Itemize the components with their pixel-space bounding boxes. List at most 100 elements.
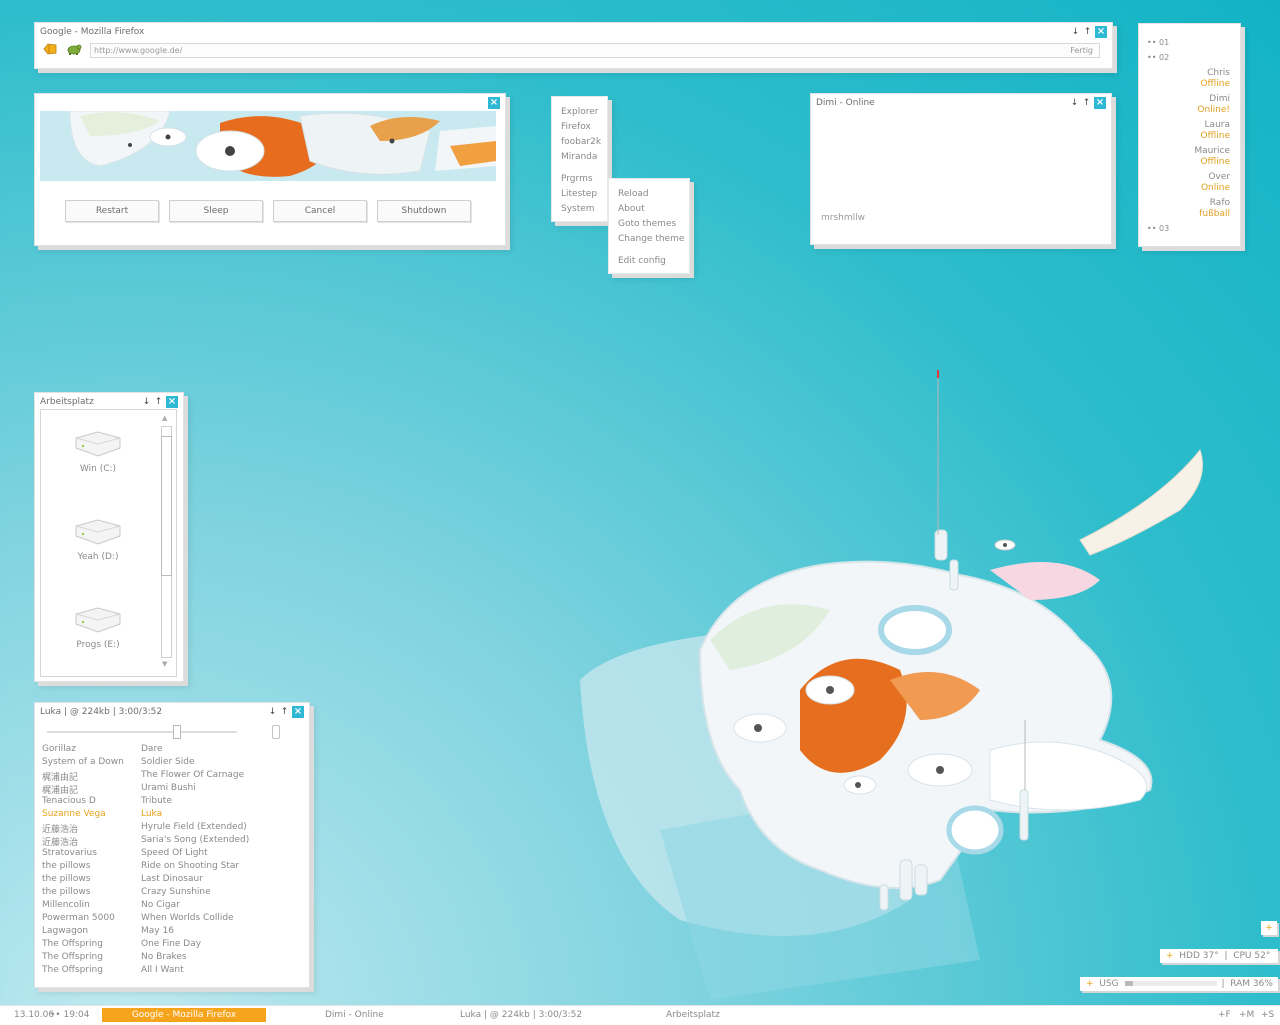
playlist-row[interactable]: Tenacious D Tribute bbox=[42, 796, 302, 809]
submenu-item-edit-config[interactable]: Edit config bbox=[618, 256, 666, 266]
minimize-arrow-icon[interactable]: ↓ bbox=[142, 396, 151, 408]
forward-turtle-icon[interactable] bbox=[66, 42, 82, 56]
scroll-up-icon[interactable]: ▲ bbox=[162, 414, 167, 422]
plus-icon[interactable]: + bbox=[1166, 951, 1174, 961]
drive-label[interactable]: Progs (E:) bbox=[43, 640, 153, 650]
wallpaper-art bbox=[580, 370, 1203, 1000]
task-firefox[interactable]: Google - Mozilla Firefox bbox=[102, 1008, 266, 1022]
cancel-button[interactable]: Cancel bbox=[273, 200, 367, 222]
message-input[interactable]: mrshmllw bbox=[821, 213, 865, 223]
tray-system[interactable]: +S bbox=[1261, 1010, 1274, 1020]
window-title: Arbeitsplatz bbox=[40, 397, 94, 407]
close-icon[interactable]: × bbox=[1095, 26, 1107, 38]
playlist-row[interactable]: The Offspring All I Want bbox=[42, 965, 302, 978]
popup-menu[interactable]: Explorer Firefox foobar2k Miranda Prgrms… bbox=[551, 96, 608, 222]
submenu-item-goto-themes[interactable]: Goto themes bbox=[618, 219, 676, 229]
buddy-name[interactable]: Dimi bbox=[1209, 94, 1230, 104]
close-icon[interactable]: × bbox=[488, 97, 500, 109]
track-title: Luka bbox=[141, 809, 163, 819]
buddy-list[interactable]: •• 01 •• 02 Chris Offline Dimi Online! L… bbox=[1138, 23, 1241, 247]
close-icon[interactable]: × bbox=[166, 396, 178, 408]
buddy-name[interactable]: Over bbox=[1208, 172, 1230, 182]
group-03[interactable]: •• 03 bbox=[1147, 224, 1169, 233]
playlist-row[interactable]: Lagwagon May 16 bbox=[42, 926, 302, 939]
menu-item-litestep[interactable]: Litestep bbox=[561, 189, 597, 199]
menu-item-firefox[interactable]: Firefox bbox=[561, 122, 591, 132]
playlist-row[interactable]: 近藤浩治 Hyrule Field (Extended) bbox=[42, 822, 302, 835]
playlist-row[interactable]: 梶浦由記 Urami Bushi bbox=[42, 783, 302, 796]
litestep-submenu[interactable]: Reload About Goto themes Change theme Ed… bbox=[608, 178, 690, 274]
playlist-row[interactable]: Millencolin No Cigar bbox=[42, 900, 302, 913]
seek-handle[interactable] bbox=[173, 725, 182, 739]
drive-label[interactable]: Yeah (D:) bbox=[43, 552, 153, 562]
menu-item-programs[interactable]: Prgrms bbox=[561, 174, 593, 184]
minimize-arrow-icon[interactable]: ↓ bbox=[268, 706, 277, 718]
playlist-row[interactable]: Stratovarius Speed Of Light bbox=[42, 848, 302, 861]
playlist-row[interactable]: 梶浦由記 The Flower Of Carnage bbox=[42, 770, 302, 783]
url-bar[interactable]: http://www.google.de/ Fertig bbox=[90, 43, 1100, 58]
volume-control[interactable] bbox=[272, 725, 280, 739]
playlist-row[interactable]: Suzanne Vega Luka bbox=[42, 809, 302, 822]
track-artist: 梶浦由記 bbox=[42, 773, 79, 783]
back-fish-icon[interactable] bbox=[42, 42, 58, 56]
minimize-arrow-icon[interactable]: ↓ bbox=[1070, 97, 1079, 109]
track-title: Ride on Shooting Star bbox=[141, 861, 240, 871]
shutdown-button[interactable]: Shutdown bbox=[377, 200, 471, 222]
menu-item-miranda[interactable]: Miranda bbox=[561, 152, 597, 162]
maximize-arrow-icon[interactable]: ↑ bbox=[280, 706, 289, 718]
playlist-row[interactable]: The Offspring No Brakes bbox=[42, 952, 302, 965]
menu-item-foobar[interactable]: foobar2k bbox=[561, 137, 601, 147]
submenu-item-change-theme[interactable]: Change theme bbox=[618, 234, 684, 244]
explorer-window[interactable]: Arbeitsplatz ↓ ↑ × Win (C:) Yeah (D:) Pr… bbox=[34, 392, 184, 682]
playlist-row[interactable]: The Offspring One Fine Day bbox=[42, 939, 302, 952]
menu-item-system[interactable]: System bbox=[561, 204, 595, 214]
shutdown-dialog[interactable]: × Restart Sleep Cancel Shutdown bbox=[34, 93, 506, 246]
track-title: Hyrule Field (Extended) bbox=[141, 822, 247, 832]
playlist-row[interactable]: 近藤浩治 Saria's Song (Extended) bbox=[42, 835, 302, 848]
buddy-name[interactable]: Maurice bbox=[1194, 146, 1230, 156]
scroll-down-icon[interactable]: ▼ bbox=[162, 660, 167, 668]
submenu-item-about[interactable]: About bbox=[618, 204, 645, 214]
buddy-name[interactable]: Laura bbox=[1205, 120, 1230, 130]
scrollbar[interactable]: ▲ ▼ bbox=[160, 414, 172, 672]
playlist-row[interactable]: the pillows Crazy Sunshine bbox=[42, 887, 302, 900]
maximize-arrow-icon[interactable]: ↑ bbox=[154, 396, 163, 408]
firefox-window[interactable]: Google - Mozilla Firefox ↓ ↑ × http://ww… bbox=[34, 22, 1113, 69]
tray-miranda[interactable]: +M bbox=[1239, 1010, 1254, 1020]
plus-icon[interactable]: + bbox=[1086, 979, 1094, 989]
tray-firefox[interactable]: +F bbox=[1218, 1010, 1231, 1020]
buddy-name[interactable]: Chris bbox=[1207, 68, 1230, 78]
chat-window[interactable]: Dimi - Online ↓ ↑ × mrshmllw bbox=[810, 93, 1112, 245]
restart-button[interactable]: Restart bbox=[65, 200, 159, 222]
playlist-row[interactable]: Gorillaz Dare bbox=[42, 744, 302, 757]
scroll-thumb[interactable] bbox=[161, 436, 172, 576]
close-icon[interactable]: × bbox=[292, 706, 304, 718]
group-01[interactable]: •• 01 bbox=[1147, 38, 1169, 47]
buddy-name[interactable]: Rafo bbox=[1210, 198, 1230, 208]
task-player[interactable]: Luka | @ 224kb | 3:00/3:52 bbox=[460, 1010, 582, 1020]
task-chat[interactable]: Dimi - Online bbox=[325, 1010, 384, 1020]
group-02[interactable]: •• 02 bbox=[1147, 53, 1169, 62]
drive-d-icon[interactable] bbox=[73, 518, 123, 546]
playlist-row[interactable]: the pillows Last Dinosaur bbox=[42, 874, 302, 887]
playlist-row[interactable]: Powerman 5000 When Worlds Collide bbox=[42, 913, 302, 926]
sleep-button[interactable]: Sleep bbox=[169, 200, 263, 222]
task-explorer[interactable]: Arbeitsplatz bbox=[666, 1010, 720, 1020]
track-title: Tribute bbox=[141, 796, 172, 806]
playlist-row[interactable]: the pillows Ride on Shooting Star bbox=[42, 861, 302, 874]
buddy-status: Online bbox=[1200, 183, 1230, 193]
maximize-arrow-icon[interactable]: ↑ bbox=[1082, 97, 1091, 109]
maximize-arrow-icon[interactable]: ↑ bbox=[1083, 26, 1092, 38]
playlist-row[interactable]: System of a Down Soldier Side bbox=[42, 757, 302, 770]
drive-e-icon[interactable] bbox=[73, 606, 123, 634]
submenu-item-reload[interactable]: Reload bbox=[618, 189, 649, 199]
close-icon[interactable]: × bbox=[1094, 97, 1106, 109]
player-window[interactable]: Luka | @ 224kb | 3:00/3:52 ↓ ↑ × Gorilla… bbox=[34, 702, 310, 988]
minimize-arrow-icon[interactable]: ↓ bbox=[1071, 26, 1080, 38]
seek-slider[interactable] bbox=[47, 725, 237, 739]
drive-c-icon[interactable] bbox=[73, 430, 123, 458]
menu-item-explorer[interactable]: Explorer bbox=[561, 107, 598, 117]
clock: •• 19:04 bbox=[50, 1010, 90, 1020]
drive-label[interactable]: Win (C:) bbox=[43, 464, 153, 474]
add-monitor-button[interactable]: + bbox=[1261, 921, 1277, 935]
